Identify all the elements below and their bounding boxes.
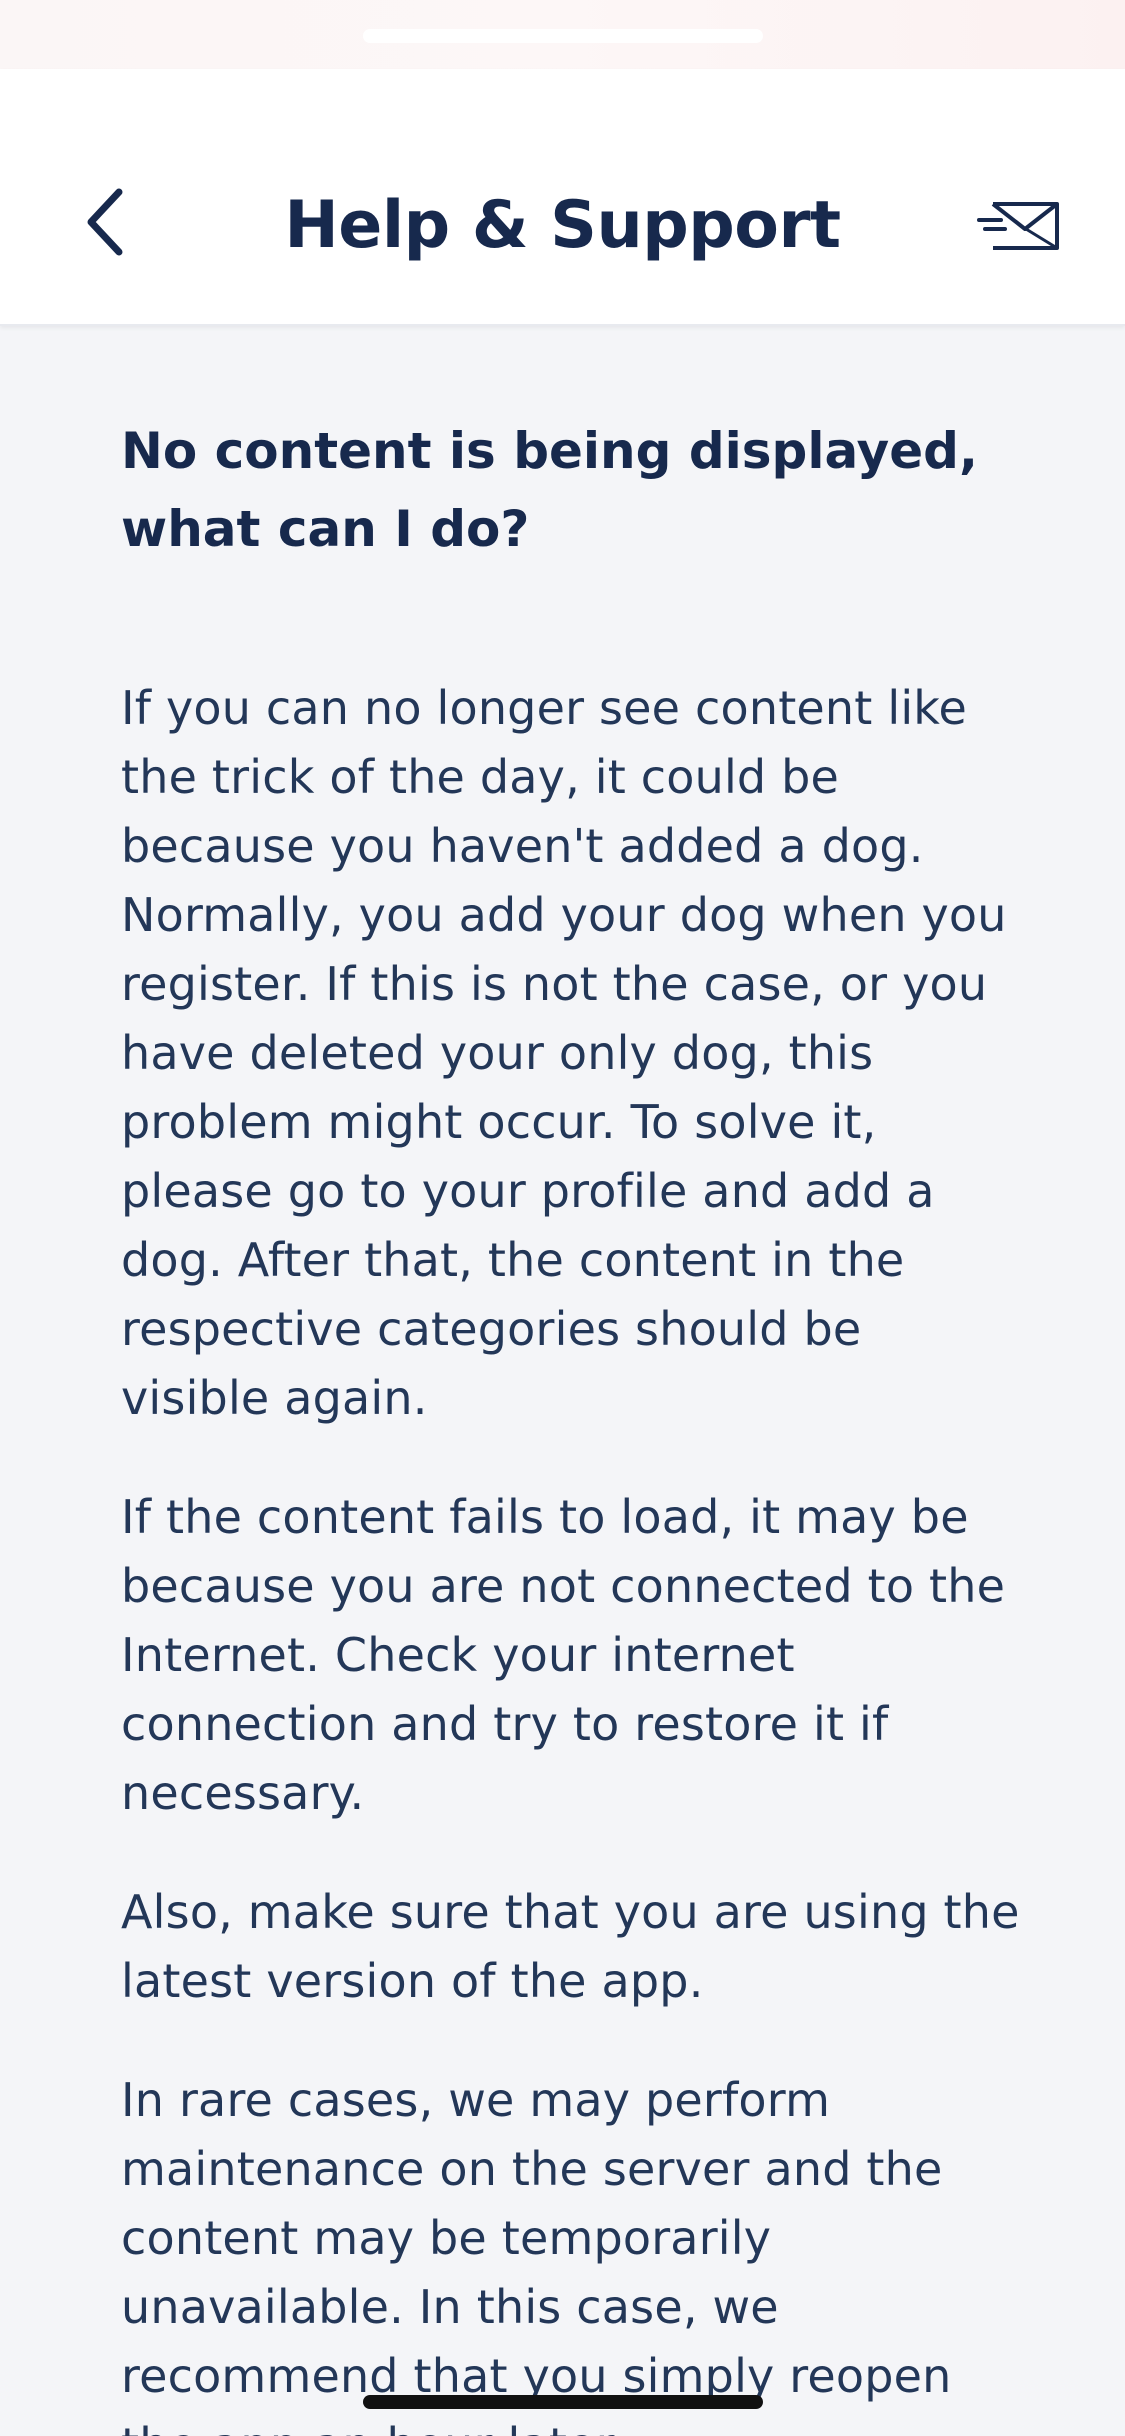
faq-paragraph-3: Also, make sure that you are using the l…: [121, 1885, 1020, 2008]
back-button[interactable]: [70, 177, 140, 267]
page-title: Help & Support: [284, 188, 841, 263]
home-indicator[interactable]: [363, 2395, 763, 2409]
navigation-header: Help & Support: [0, 69, 1125, 326]
faq-paragraph-1: If you can no longer see content like th…: [121, 681, 1007, 1425]
help-support-screen: Help & Support No content is being displ…: [0, 0, 1125, 2436]
chevron-left-icon: [87, 188, 123, 256]
faq-paragraph-2: If the content fails to load, it may be …: [121, 1490, 1006, 1820]
fast-mail-icon: [977, 202, 1059, 250]
sheet-top-strip: [0, 0, 1125, 69]
contact-mail-button[interactable]: [975, 181, 1065, 271]
faq-paragraph-4: In rare cases, we may perform maintenanc…: [121, 2073, 952, 2436]
faq-content: No content is being displayed, what can …: [121, 412, 1021, 2436]
sheet-grabber-handle[interactable]: [363, 29, 763, 43]
faq-question: No content is being displayed, what can …: [121, 422, 978, 558]
